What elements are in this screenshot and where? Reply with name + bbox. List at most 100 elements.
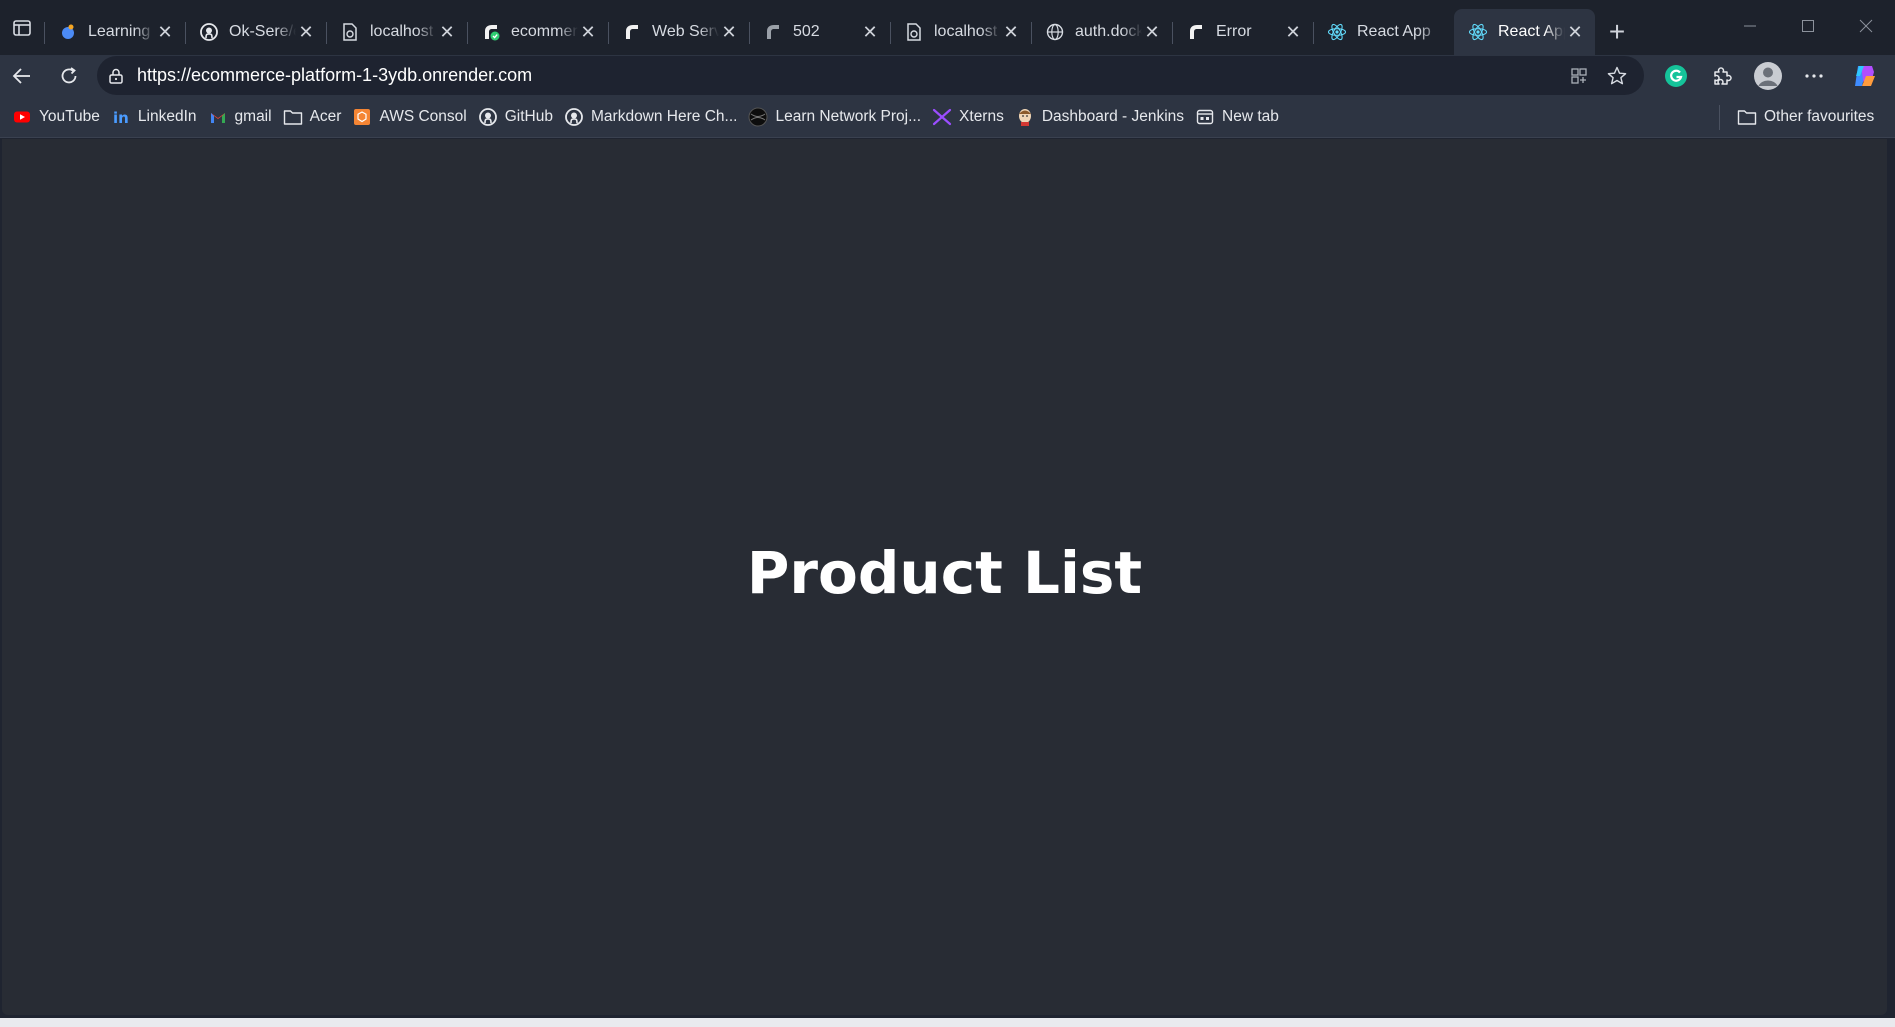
- bookmark-new-tab[interactable]: New tab: [1193, 101, 1288, 133]
- bookmark-label: YouTube: [39, 108, 100, 125]
- tab-strip: Learning Paths ✕ Ok-Sere/ecommerce ✕ loc…: [0, 0, 1895, 55]
- bookmark-label: Learn Network Proj...: [775, 108, 922, 125]
- tab-close-icon[interactable]: ✕: [719, 22, 739, 42]
- aws-icon: [352, 107, 372, 127]
- tab-error[interactable]: Error ✕: [1172, 9, 1313, 55]
- close-window-button[interactable]: [1837, 0, 1895, 52]
- tab-auth-docker[interactable]: auth.docker.io ✕: [1031, 9, 1172, 55]
- github-icon: [199, 22, 219, 42]
- tab-actions-button[interactable]: [0, 0, 44, 55]
- grammarly-button[interactable]: [1653, 55, 1699, 97]
- reload-icon: [61, 67, 77, 84]
- bookmark-markdown-here[interactable]: Markdown Here Ch...: [562, 101, 746, 133]
- reload-button[interactable]: [48, 55, 90, 97]
- tab-close-icon[interactable]: ✕: [1001, 22, 1021, 42]
- bookmark-label: Dashboard - Jenkins: [1041, 108, 1185, 125]
- new-tab-button[interactable]: +: [1595, 9, 1639, 55]
- page-viewport: Product List: [2, 139, 1887, 1015]
- jenkins-icon: [1015, 107, 1035, 127]
- bookmark-gmail[interactable]: gmail: [206, 101, 281, 133]
- bookmark-label: AWS Consol: [379, 108, 467, 125]
- minimize-icon: [1744, 25, 1756, 27]
- bookmark-learn-network[interactable]: Learn Network Proj...: [746, 101, 930, 133]
- github-icon: [478, 107, 498, 127]
- sidebar-layout-icon: [13, 19, 31, 36]
- tab-502[interactable]: 502 ✕: [749, 9, 890, 55]
- bookmark-label: New tab: [1222, 108, 1279, 125]
- tab-close-icon[interactable]: ✕: [860, 22, 880, 42]
- copilot-button[interactable]: [1841, 55, 1887, 97]
- bookmark-youtube[interactable]: YouTube: [10, 101, 109, 133]
- maximize-button[interactable]: [1779, 0, 1837, 52]
- favorite-star-icon[interactable]: [1602, 61, 1632, 91]
- tab-localhost[interactable]: localhost ✕: [326, 9, 467, 55]
- tab-title: localhost: [934, 23, 998, 40]
- tab-title: auth.docker.io: [1075, 23, 1142, 40]
- xterns-icon: [932, 107, 952, 127]
- minimize-button[interactable]: [1721, 0, 1779, 52]
- maximize-icon: [1802, 20, 1814, 32]
- bookmark-acer[interactable]: Acer: [281, 101, 351, 133]
- bookmark-label: Xterns: [959, 108, 1004, 125]
- newtab-icon: [1195, 107, 1215, 127]
- folder-icon: [283, 107, 303, 127]
- page-error-icon: [340, 22, 360, 42]
- tab-title: Learning Paths: [88, 23, 155, 40]
- network-icon: [748, 107, 768, 127]
- window-controls: [1721, 0, 1895, 52]
- more-dots-icon: [1805, 74, 1823, 78]
- tab-title: React App: [1498, 23, 1565, 40]
- tab-github-repo[interactable]: Ok-Sere/ecommerce ✕: [185, 9, 326, 55]
- address-url[interactable]: https://ecommerce-platform-1-3ydb.onrend…: [137, 65, 1556, 86]
- copilot-icon: [1855, 66, 1875, 86]
- render-icon: [622, 22, 642, 42]
- tab-web-services[interactable]: Web Services ✕: [608, 9, 749, 55]
- tab-list: Learning Paths ✕ Ok-Sere/ecommerce ✕ loc…: [44, 9, 1595, 55]
- tab-close-icon[interactable]: ✕: [1142, 22, 1162, 42]
- extensions-button[interactable]: [1699, 55, 1745, 97]
- tab-close-icon[interactable]: ✕: [1565, 22, 1585, 42]
- more-menu-button[interactable]: [1791, 55, 1837, 97]
- toolbar-right: [1653, 55, 1887, 97]
- plus-icon: +: [1608, 16, 1626, 47]
- app-available-icon[interactable]: [1564, 61, 1594, 91]
- profile-button[interactable]: [1745, 55, 1791, 97]
- tab-close-icon[interactable]: ✕: [578, 22, 598, 42]
- tab-ecommerce[interactable]: ecommerce-platform ✕: [467, 9, 608, 55]
- tab-learning[interactable]: Learning Paths ✕: [44, 9, 185, 55]
- render-icon: [1186, 22, 1206, 42]
- tab-close-icon[interactable]: ✕: [296, 22, 316, 42]
- back-button[interactable]: [1, 55, 43, 97]
- tab-react-app[interactable]: React App: [1313, 9, 1454, 55]
- learning-icon: [58, 22, 78, 42]
- tab-title: localhost: [370, 23, 434, 40]
- react-icon: [1468, 22, 1488, 42]
- gmail-icon: [208, 107, 228, 127]
- tab-close-icon[interactable]: ✕: [437, 22, 457, 42]
- bookmark-label: GitHub: [504, 108, 553, 125]
- grammarly-icon: [1665, 65, 1687, 87]
- bookmark-github[interactable]: GitHub: [476, 101, 562, 133]
- youtube-icon: [12, 107, 32, 127]
- bookmark-linkedin[interactable]: in LinkedIn: [109, 101, 206, 133]
- other-favourites[interactable]: Other favourites: [1735, 101, 1883, 133]
- bookmark-label: Markdown Here Ch...: [591, 108, 738, 125]
- bookmark-label: LinkedIn: [137, 108, 197, 125]
- bookmark-aws[interactable]: AWS Consol: [350, 101, 475, 133]
- tab-close-icon[interactable]: ✕: [155, 22, 175, 42]
- address-bar[interactable]: https://ecommerce-platform-1-3ydb.onrend…: [97, 56, 1644, 95]
- github-icon: [564, 107, 584, 127]
- tab-localhost-2[interactable]: localhost ✕: [890, 9, 1031, 55]
- bookmark-label: gmail: [234, 108, 272, 125]
- tab-title: Web Services: [652, 23, 719, 40]
- bookmark-label: Acer: [309, 108, 342, 125]
- avatar-icon: [1754, 62, 1782, 90]
- page-title: Product List: [746, 539, 1143, 607]
- tab-close-icon[interactable]: ✕: [1283, 22, 1303, 42]
- bookmark-jenkins[interactable]: Dashboard - Jenkins: [1013, 101, 1193, 133]
- lock-icon[interactable]: [107, 67, 125, 85]
- bookmark-xterns[interactable]: Xterns: [930, 101, 1013, 133]
- tab-react-app-active[interactable]: React App ✕: [1454, 9, 1595, 55]
- render-gray-icon: [763, 22, 783, 42]
- bookmarks-bar: YouTube in LinkedIn gmail Acer AWS Conso…: [0, 97, 1895, 138]
